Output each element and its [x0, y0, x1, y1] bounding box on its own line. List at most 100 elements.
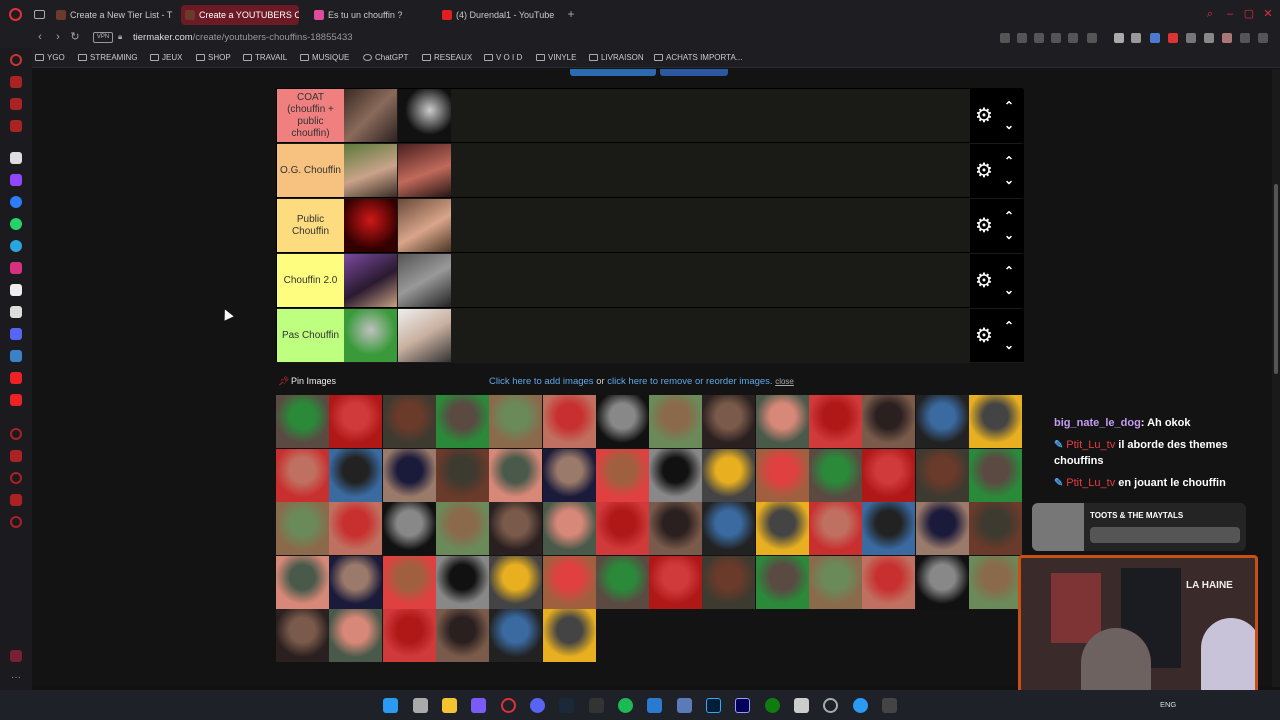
- pool-image[interactable]: [595, 502, 649, 555]
- pool-image[interactable]: [542, 448, 596, 502]
- pool-image[interactable]: [382, 555, 436, 609]
- extension-icon[interactable]: [1114, 33, 1124, 43]
- add-images-link[interactable]: Click here to add images: [489, 376, 594, 387]
- opera-logo-icon[interactable]: [9, 8, 22, 21]
- bookmark-livraison[interactable]: LIVRAISON: [589, 52, 644, 64]
- tier-item-image[interactable]: [398, 89, 451, 142]
- pool-image[interactable]: [702, 448, 756, 502]
- chevron-up-icon[interactable]: ⌃: [1002, 100, 1016, 112]
- extension-icon[interactable]: [1150, 33, 1160, 43]
- scrollbar-thumb[interactable]: [1274, 184, 1278, 374]
- bookmark-travail[interactable]: TRAVAIL: [243, 52, 287, 64]
- chevron-down-icon[interactable]: ⌄: [1002, 339, 1016, 351]
- pool-image[interactable]: [276, 448, 329, 502]
- pool-image[interactable]: [542, 502, 596, 555]
- pool-image[interactable]: [809, 555, 862, 609]
- pool-image[interactable]: [862, 448, 916, 502]
- pool-image[interactable]: [915, 448, 969, 502]
- pool-image[interactable]: [915, 395, 969, 448]
- pool-image[interactable]: [489, 555, 543, 609]
- bookmark-musique[interactable]: MUSIQUE: [300, 52, 349, 64]
- pool-image[interactable]: [542, 395, 596, 448]
- app-icon[interactable]: [853, 698, 868, 713]
- snapshot-icon[interactable]: [1000, 33, 1010, 43]
- xbox-icon[interactable]: [765, 698, 780, 713]
- heart-icon[interactable]: [1087, 33, 1097, 43]
- tier-item-image[interactable]: [398, 309, 451, 362]
- tab-youtube-durendal[interactable]: (4) Durendal1 - YouTube: [438, 5, 560, 25]
- pool-image[interactable]: [702, 502, 756, 555]
- bookmark-ygo[interactable]: YGO: [35, 52, 65, 64]
- gear-icon[interactable]: ⚙: [974, 216, 994, 236]
- minimize-button[interactable]: –: [1223, 7, 1237, 21]
- tier-item-image[interactable]: [398, 144, 451, 197]
- photoshop-icon[interactable]: [706, 698, 721, 713]
- pool-image[interactable]: [276, 609, 329, 662]
- pool-image[interactable]: [489, 448, 543, 502]
- windows-start-icon[interactable]: [383, 698, 398, 713]
- tier-item-image[interactable]: [398, 199, 451, 252]
- pool-image[interactable]: [755, 502, 809, 555]
- history-icon[interactable]: [10, 428, 22, 440]
- instagram-icon[interactable]: [10, 262, 22, 274]
- tier-label[interactable]: Chouffin 2.0: [277, 254, 344, 307]
- news-icon[interactable]: [10, 98, 22, 110]
- download-button[interactable]: [660, 69, 728, 76]
- forward-button[interactable]: ›: [51, 30, 65, 44]
- search-tabs-icon[interactable]: ⌕: [1203, 7, 1217, 21]
- pool-image[interactable]: [809, 395, 862, 448]
- clock-icon[interactable]: [10, 472, 22, 484]
- pool-image[interactable]: [862, 395, 916, 448]
- pool-image[interactable]: [435, 502, 489, 555]
- extensions-icon[interactable]: [10, 494, 22, 506]
- flow-icon[interactable]: [10, 120, 22, 132]
- pin-images-label[interactable]: Pin Images: [291, 376, 336, 386]
- chevron-up-icon[interactable]: ⌃: [1002, 265, 1016, 277]
- epic-games-icon[interactable]: [589, 698, 604, 713]
- close-window-button[interactable]: ✕: [1261, 7, 1275, 21]
- pool-image[interactable]: [382, 502, 436, 555]
- pool-image[interactable]: [329, 448, 383, 502]
- tab-create-new-tier-list[interactable]: Create a New Tier List - T: [52, 5, 174, 25]
- download-icon[interactable]: [1240, 33, 1250, 43]
- chevron-down-icon[interactable]: ⌄: [1002, 174, 1016, 186]
- pool-image[interactable]: [968, 555, 1022, 609]
- bookmark-chatgpt[interactable]: ChatGPT: [363, 52, 408, 64]
- tier-item-image[interactable]: [344, 309, 397, 362]
- bookmark-shop[interactable]: SHOP: [196, 52, 231, 64]
- pool-image[interactable]: [542, 555, 596, 609]
- new-tab-button[interactable]: +: [565, 8, 577, 20]
- vpn-badge[interactable]: VPN: [93, 32, 113, 43]
- back-button[interactable]: ‹: [33, 30, 47, 44]
- maximize-button[interactable]: ▢: [1242, 7, 1256, 21]
- screenshot-icon[interactable]: [1017, 33, 1027, 43]
- settings-icon[interactable]: [823, 698, 838, 713]
- pool-image[interactable]: [595, 448, 649, 502]
- steam-icon[interactable]: [559, 698, 574, 713]
- messenger-icon[interactable]: [10, 196, 22, 208]
- app-icon[interactable]: [471, 698, 486, 713]
- pool-image[interactable]: [382, 395, 436, 448]
- chevron-up-icon[interactable]: ⌃: [1002, 210, 1016, 222]
- pool-image[interactable]: [276, 395, 329, 448]
- aria-icon[interactable]: [10, 54, 22, 66]
- aria-ai-icon[interactable]: [10, 152, 22, 164]
- pool-image[interactable]: [649, 555, 703, 609]
- pool-image[interactable]: [649, 448, 703, 502]
- pool-image[interactable]: [276, 555, 329, 609]
- tab-es-tu-un-chouffin[interactable]: Es tu un chouffin ?: [310, 5, 432, 25]
- chevron-down-icon[interactable]: ⌄: [1002, 229, 1016, 241]
- discord-icon[interactable]: [530, 698, 545, 713]
- music-icon[interactable]: [10, 372, 22, 384]
- close-link[interactable]: close: [775, 377, 794, 386]
- pool-image[interactable]: [595, 395, 649, 448]
- pool-image[interactable]: [329, 555, 383, 609]
- gear-icon[interactable]: ⚙: [974, 106, 994, 126]
- pool-image[interactable]: [382, 609, 436, 662]
- extension-icon[interactable]: [1186, 33, 1196, 43]
- pool-image[interactable]: [276, 502, 329, 555]
- pool-image[interactable]: [435, 555, 489, 609]
- pool-image[interactable]: [862, 555, 916, 609]
- pool-image[interactable]: [702, 555, 756, 609]
- discord-icon[interactable]: [10, 328, 22, 340]
